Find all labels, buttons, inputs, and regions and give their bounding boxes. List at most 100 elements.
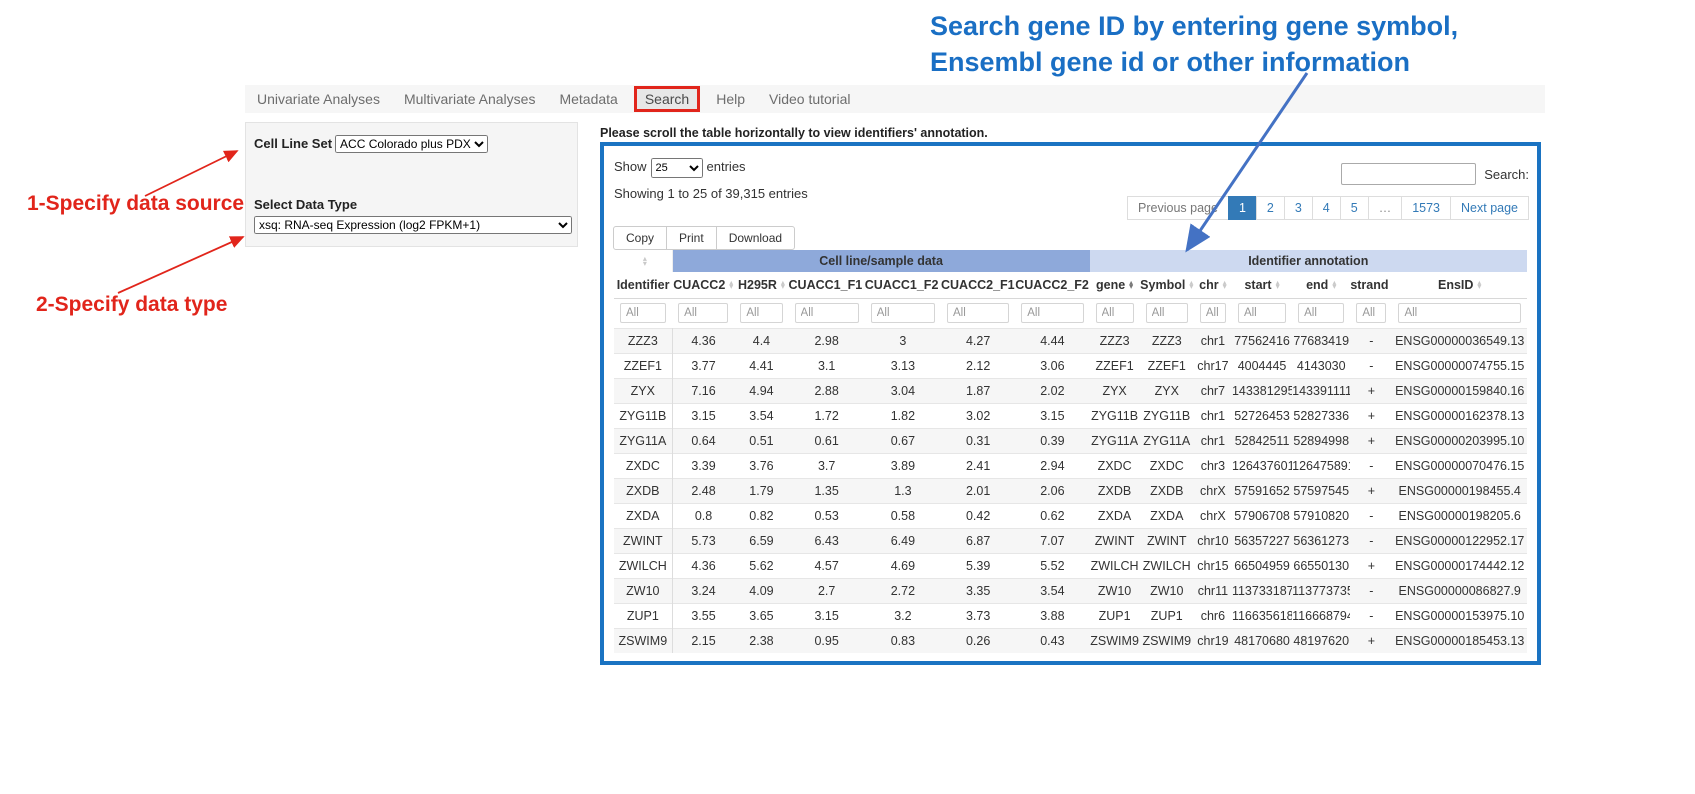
show-label: Show [614,159,647,174]
cell-strand: + [1350,553,1392,578]
cell-cuacc2-f1: 0.42 [941,503,1015,528]
column-header-h295r[interactable]: H295R▴▾ [734,272,788,298]
filter-input-identifier[interactable] [620,303,666,323]
column-header-cuacc2[interactable]: CUACC2▴▾ [672,272,734,298]
cell-cuacc1-f2: 3 [865,328,941,353]
cell-chr: chr11 [1194,578,1232,603]
table-row: ZUP13.553.653.153.23.733.88ZUP1ZUP1chr61… [614,603,1527,628]
page-button-5[interactable]: 5 [1340,196,1369,220]
cell-gene: ZSWIM9 [1090,628,1140,653]
filter-input-chr[interactable] [1200,303,1226,323]
data-type-select[interactable]: xsq: RNA-seq Expression (log2 FPKM+1) [254,216,572,234]
sort-icon: ▴▾ [1223,281,1227,290]
group-header-annotation: Identifier annotation [1090,250,1527,272]
page-length-select[interactable]: 25 [651,158,703,178]
cell-end: 52894998 [1292,428,1350,453]
filter-input-gene[interactable] [1096,303,1134,323]
cell-h295r: 4.41 [734,353,788,378]
search-annotation-line1: Search gene ID by entering gene symbol, [930,8,1458,44]
nav-item-metadata[interactable]: Metadata [547,91,629,107]
cell-cuacc2: 7.16 [672,378,734,403]
filter-input-cuacc1-f2[interactable] [871,303,935,323]
cell-h295r: 5.62 [734,553,788,578]
cell-ensid: ENSG00000153975.10 [1392,603,1527,628]
column-header-identifier[interactable]: Identifier [614,272,672,298]
cell-cuacc1-f2: 3.2 [865,603,941,628]
column-header-gene[interactable]: gene▴▾ [1090,272,1140,298]
cell-chr: chr19 [1194,628,1232,653]
cell-cuacc1-f2: 3.89 [865,453,941,478]
table-row: ZXDB2.481.791.351.32.012.06ZXDBZXDBchrX5… [614,478,1527,503]
nav-item-multivariate-analyses[interactable]: Multivariate Analyses [392,91,548,107]
table-row: ZXDC3.393.763.73.892.412.94ZXDCZXDCchr31… [614,453,1527,478]
filter-input-cuacc2-f1[interactable] [947,303,1009,323]
cell-cuacc1-f1: 4.57 [789,553,865,578]
cell-end: 57597545 [1292,478,1350,503]
nav-item-search[interactable]: Search [634,86,700,112]
cell-end: 77683419 [1292,328,1350,353]
filter-input-cuacc2[interactable] [678,303,728,323]
column-header-cuacc1-f1[interactable]: CUACC1_F1▴▾ [789,272,865,298]
group-header-spacer[interactable]: ▴▾ [614,250,672,272]
cell-cuacc2: 4.36 [672,553,734,578]
table-row: ZSWIM92.152.380.950.830.260.43ZSWIM9ZSWI… [614,628,1527,653]
page-button-4[interactable]: 4 [1312,196,1341,220]
column-header-cuacc2-f2[interactable]: CUACC2_F2▴▾ [1015,272,1089,298]
nav-item-help[interactable]: Help [704,91,757,107]
cell-cuacc2-f1: 1.87 [941,378,1015,403]
filter-cell-h295r [734,298,788,328]
column-header-ensid[interactable]: EnsID▴▾ [1392,272,1527,298]
cell-symbol: ZYX [1140,378,1194,403]
cell-chr: chr1 [1194,428,1232,453]
filter-input-ensid[interactable] [1398,303,1521,323]
print-button[interactable]: Print [666,226,717,250]
sort-icon: ▴▾ [1276,281,1280,290]
copy-button[interactable]: Copy [613,226,667,250]
page-button-1573[interactable]: 1573 [1401,196,1451,220]
column-header-end[interactable]: end▴▾ [1292,272,1350,298]
column-header-strand[interactable]: strand▴▾ [1350,272,1392,298]
filter-cell-cuacc2-f1 [941,298,1015,328]
cell-identifier: ZZEF1 [614,353,672,378]
nav-item-video-tutorial[interactable]: Video tutorial [757,91,862,107]
cell-identifier: ZYG11A [614,428,672,453]
cell-ensid: ENSG00000074755.15 [1392,353,1527,378]
column-header-start[interactable]: start▴▾ [1232,272,1292,298]
prev-page-button[interactable]: Previous page [1127,196,1229,220]
page-ellipsis: … [1368,196,1403,220]
filter-cell-chr [1194,298,1232,328]
filter-input-start[interactable] [1238,303,1286,323]
filter-cell-cuacc1-f1 [789,298,865,328]
download-button[interactable]: Download [716,226,795,250]
cell-gene: ZWINT [1090,528,1140,553]
column-header-chr[interactable]: chr▴▾ [1194,272,1232,298]
cell-identifier: ZYG11B [614,403,672,428]
page-button-1[interactable]: 1 [1228,196,1257,220]
filter-input-cuacc2-f2[interactable] [1021,303,1083,323]
cell-start: 57906708 [1232,503,1292,528]
cell-identifier: ZUP1 [614,603,672,628]
filter-input-strand[interactable] [1356,303,1386,323]
nav-item-univariate-analyses[interactable]: Univariate Analyses [245,91,392,107]
cell-symbol: ZYG11A [1140,428,1194,453]
export-buttons: CopyPrintDownload [614,226,795,250]
filter-input-cuacc1-f1[interactable] [795,303,859,323]
column-header-cuacc1-f2[interactable]: CUACC1_F2▴▾ [865,272,941,298]
cell-chr: chr6 [1194,603,1232,628]
page-button-2[interactable]: 2 [1256,196,1285,220]
cell-identifier: ZZZ3 [614,328,672,353]
search-input[interactable] [1341,163,1476,185]
column-header-cuacc2-f1[interactable]: CUACC2_F1▴▾ [941,272,1015,298]
filter-input-symbol[interactable] [1146,303,1188,323]
next-page-button[interactable]: Next page [1450,196,1529,220]
filter-cell-cuacc2 [672,298,734,328]
cell-cuacc2-f1: 2.12 [941,353,1015,378]
cell-line-set-select[interactable]: ACC Colorado plus PDX [335,135,488,153]
filter-input-h295r[interactable] [740,303,782,323]
cell-cuacc1-f2: 4.69 [865,553,941,578]
page-button-3[interactable]: 3 [1284,196,1313,220]
cell-symbol: ZXDA [1140,503,1194,528]
filter-input-end[interactable] [1298,303,1344,323]
table-row: ZWINT5.736.596.436.496.877.07ZWINTZWINTc… [614,528,1527,553]
column-header-symbol[interactable]: Symbol▴▾ [1140,272,1194,298]
